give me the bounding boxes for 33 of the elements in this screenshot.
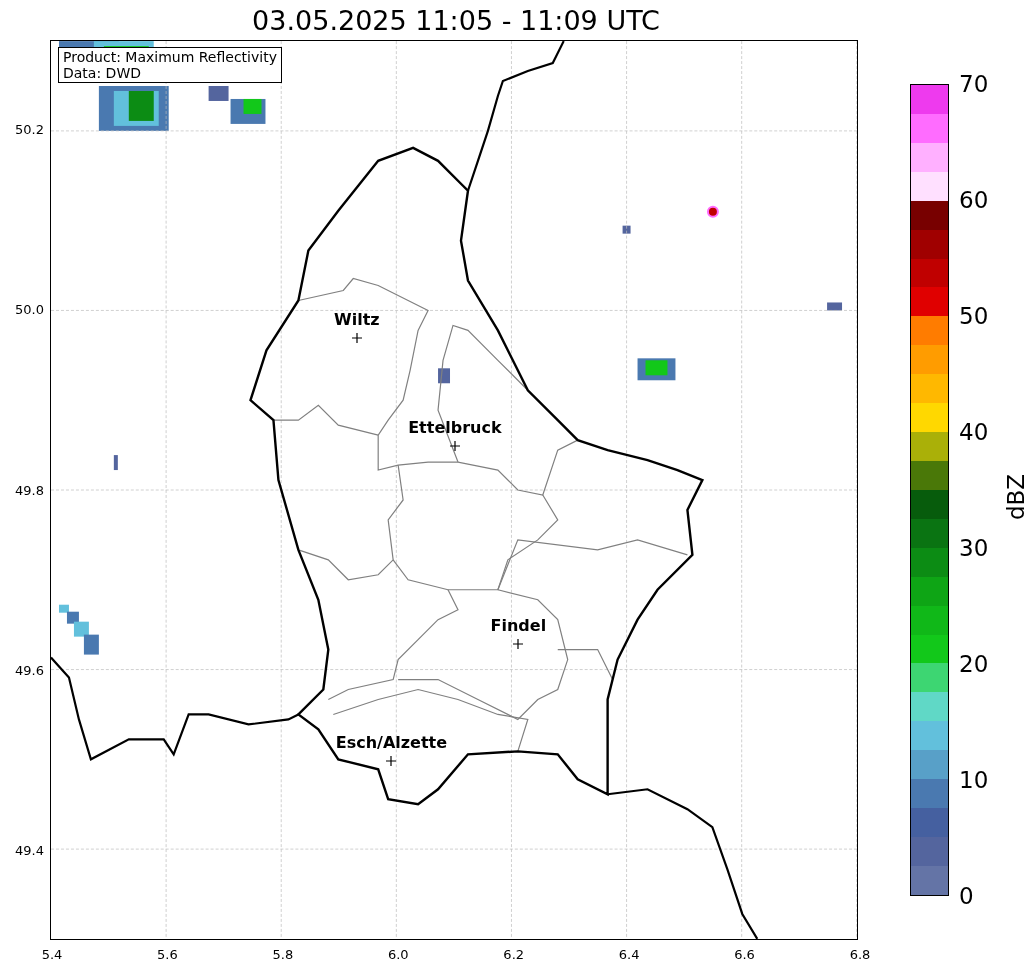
x-tick-label: 6.6 xyxy=(734,947,755,963)
x-tick-label: 6.4 xyxy=(618,947,640,963)
city-label: Esch/Alzette xyxy=(335,734,448,752)
colorbar-tick-label: 50 xyxy=(959,303,989,329)
x-tick-label: 6.2 xyxy=(503,947,525,963)
y-tick-label: 49.8 xyxy=(15,482,44,499)
colorbar-tick-label: 0 xyxy=(959,883,974,909)
info-text: Product: Maximum Reflectivity xyxy=(63,49,277,65)
x-tick-label: 5.6 xyxy=(157,947,178,963)
colorbar-tick-label: 30 xyxy=(959,535,989,561)
colorbar-tick-label: 20 xyxy=(959,651,989,677)
info-text: Data: DWD xyxy=(63,65,142,81)
city-marker-icon xyxy=(449,441,460,451)
x-tick-label: 5.4 xyxy=(41,947,63,963)
x-tick-label: 6.0 xyxy=(387,947,409,963)
colorbar-tick-label: 10 xyxy=(959,767,989,793)
city-marker-icon xyxy=(386,756,397,766)
city-marker-icon xyxy=(351,333,362,343)
x-tick-label: 5.8 xyxy=(272,947,294,963)
city-marker-icon xyxy=(513,639,524,649)
chart-title: 03.05.2025 11:05 - 11:09 UTC xyxy=(251,4,661,38)
city-label: Wiltz xyxy=(334,311,380,329)
colorbar-label: dBZ xyxy=(1003,473,1029,521)
y-tick-label: 50.2 xyxy=(15,122,44,138)
city-label: Findel xyxy=(490,617,547,635)
colorbar-tick-label: 40 xyxy=(959,419,989,445)
colorbar-tick-label: 70 xyxy=(959,71,989,97)
colorbar-tick-label: 60 xyxy=(959,187,989,213)
x-tick-label: 6.8 xyxy=(849,947,871,963)
y-tick-label: 49.4 xyxy=(15,843,44,859)
y-tick-label: 50.0 xyxy=(15,302,44,319)
city-label: Ettelbruck xyxy=(408,419,502,437)
y-tick-label: 49.6 xyxy=(15,662,44,679)
